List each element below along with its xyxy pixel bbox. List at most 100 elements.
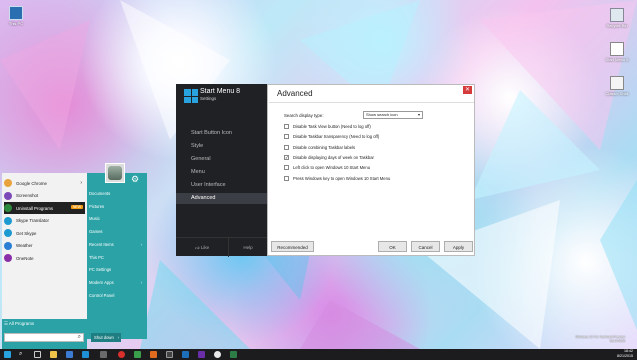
opera-icon[interactable] bbox=[118, 351, 125, 358]
nav-item[interactable]: General bbox=[176, 154, 267, 165]
start-link-item[interactable]: Music bbox=[89, 216, 145, 221]
new-badge: NEW bbox=[70, 205, 83, 209]
start-button[interactable] bbox=[4, 351, 11, 358]
start-link-item[interactable]: PC Settings bbox=[89, 267, 145, 272]
close-button[interactable]: ✕ bbox=[463, 86, 472, 94]
ok-button[interactable]: OK bbox=[378, 241, 407, 252]
search-display-select[interactable]: Show search icon ▾ bbox=[363, 111, 423, 119]
desktop-icon-classic-shell[interactable]: Classic Shell bbox=[602, 76, 632, 96]
apply-button[interactable]: Apply bbox=[444, 241, 473, 252]
start-link-item[interactable]: This PC bbox=[89, 255, 145, 260]
start-link-item[interactable]: Modern Apps › bbox=[89, 280, 145, 285]
start-link-item[interactable]: Control Panel bbox=[89, 293, 145, 298]
start-link-item[interactable]: Documents bbox=[89, 191, 145, 196]
program-item[interactable]: Get Skype bbox=[4, 227, 85, 239]
start-link-item[interactable]: Games bbox=[89, 229, 145, 234]
program-item[interactable]: Screenshot bbox=[4, 190, 85, 202]
desktop-icon-label: This PC bbox=[8, 21, 24, 26]
option-row[interactable]: Disable combining Taskbar labels bbox=[284, 144, 355, 151]
search-display-value: Show search icon bbox=[366, 112, 398, 117]
program-icon bbox=[4, 254, 12, 262]
start-link-label: Control Panel bbox=[89, 292, 115, 298]
avatar[interactable] bbox=[105, 163, 125, 183]
desktop-icon-this-pc[interactable]: This PC bbox=[1, 6, 31, 26]
option-checkbox[interactable] bbox=[284, 165, 289, 171]
nav-item[interactable]: Style bbox=[176, 141, 267, 152]
gear-icon[interactable]: ⚙ bbox=[131, 174, 139, 185]
option-row[interactable]: Left click to open Windows 10 Start Menu bbox=[284, 164, 370, 171]
settings-content: Advanced ✕ Search display type: Show sea… bbox=[267, 84, 475, 256]
option-checkbox[interactable] bbox=[284, 175, 289, 181]
nav-item[interactable]: Menu bbox=[176, 167, 267, 178]
start-link-item[interactable]: Recent Items › bbox=[89, 242, 145, 247]
watermark-line: Build 9926 bbox=[609, 339, 625, 343]
store-icon[interactable] bbox=[66, 351, 73, 358]
task-view-icon[interactable] bbox=[34, 351, 41, 358]
desktop-icon-label: Recycle Bin bbox=[606, 23, 628, 28]
all-programs-link[interactable]: ☰ All Programs bbox=[4, 321, 34, 327]
option-checkbox[interactable] bbox=[284, 124, 289, 129]
option-checkbox[interactable] bbox=[284, 134, 289, 140]
help-button[interactable]: Help bbox=[229, 238, 267, 257]
program-icon bbox=[4, 204, 12, 212]
app-shortcut-icon bbox=[610, 42, 624, 56]
file-explorer-icon[interactable] bbox=[50, 351, 57, 358]
start-link-label: Music bbox=[89, 216, 100, 222]
nav-item[interactable]: Start Button Icon bbox=[176, 128, 267, 139]
start-link-label: PC Settings bbox=[89, 267, 112, 273]
system-tray[interactable]: 18:42 8/21/2015 bbox=[617, 349, 633, 360]
app-icon[interactable] bbox=[134, 351, 141, 358]
program-label: Skype Translator bbox=[16, 218, 49, 223]
firefox-icon[interactable] bbox=[150, 351, 157, 358]
settings-window: Start Menu 8 Settings Start Button Icon S… bbox=[176, 84, 475, 257]
all-programs-label: All Programs bbox=[8, 321, 35, 326]
search-input[interactable]: ⌕ bbox=[4, 333, 84, 342]
option-label: Disable combining Taskbar labels bbox=[293, 144, 356, 150]
recommended-label: Recommended bbox=[277, 245, 308, 250]
program-item[interactable]: Uninstall Programs NEW bbox=[4, 202, 85, 214]
app-icon[interactable] bbox=[166, 351, 173, 358]
option-row[interactable]: Disable Task View button (Need to log of… bbox=[284, 123, 371, 130]
program-item[interactable]: Weather bbox=[4, 240, 85, 252]
start-link-label: This PC bbox=[89, 254, 104, 260]
start-link-item[interactable]: Pictures bbox=[89, 204, 145, 209]
start-link-label: Documents bbox=[89, 191, 111, 196]
like-label: Like bbox=[200, 245, 210, 250]
chevron-right-icon[interactable]: › bbox=[118, 333, 119, 342]
option-checkbox[interactable] bbox=[284, 144, 289, 150]
chrome-icon[interactable] bbox=[214, 351, 221, 358]
app-subtitle: Settings bbox=[200, 96, 217, 101]
ie-icon[interactable] bbox=[82, 351, 89, 358]
chevron-right-icon[interactable]: › bbox=[80, 180, 82, 186]
nav-item[interactable]: User Interface bbox=[176, 180, 267, 191]
recommended-button[interactable]: Recommended bbox=[271, 241, 314, 252]
search-icon[interactable]: ⌕ bbox=[19, 351, 26, 358]
program-label: Google Chrome bbox=[16, 180, 47, 186]
option-label: Left click to open Windows 10 Start Menu bbox=[293, 165, 371, 171]
app-icon[interactable] bbox=[230, 351, 237, 358]
thumbs-up-icon: 👍︎ bbox=[194, 245, 200, 250]
help-label: Help bbox=[243, 245, 253, 250]
desktop-icon-start-menu-8[interactable]: Start Menu 8 bbox=[602, 42, 632, 62]
shutdown-button[interactable]: Shut down › bbox=[91, 333, 121, 342]
option-checkbox[interactable]: ✓ bbox=[284, 154, 289, 160]
program-item[interactable]: Google Chrome › bbox=[4, 177, 85, 189]
nav-item[interactable]: Advanced bbox=[176, 193, 267, 204]
apply-label: Apply bbox=[452, 245, 465, 250]
app-icon[interactable] bbox=[198, 351, 205, 358]
like-button[interactable]: 👍︎ Like bbox=[176, 238, 229, 257]
program-item[interactable]: Skype Translator bbox=[4, 215, 85, 227]
cancel-button[interactable]: Cancel bbox=[411, 241, 440, 252]
taskbar: ⌕ 18:42 8/21/2015 bbox=[0, 349, 637, 360]
app-icon[interactable] bbox=[182, 351, 189, 358]
program-item[interactable]: OneNote bbox=[4, 252, 85, 264]
desktop-icon-recycle-bin[interactable]: Recycle Bin bbox=[602, 8, 632, 28]
recycle-bin-icon bbox=[610, 8, 624, 22]
windows-logo-icon bbox=[184, 89, 198, 103]
start-menu: ⚙ Google Chrome › Screenshot Uninstall Prog… bbox=[0, 163, 147, 349]
monitor-icon bbox=[9, 6, 23, 20]
option-row[interactable]: Press Windows key to open Windows 10 Sta… bbox=[284, 175, 390, 182]
mail-icon[interactable] bbox=[100, 351, 107, 358]
option-row[interactable]: ✓ Disable displaying days of week on Task… bbox=[284, 154, 374, 161]
option-row[interactable]: Disable Taskbar transparency (Need to lo… bbox=[284, 133, 379, 140]
